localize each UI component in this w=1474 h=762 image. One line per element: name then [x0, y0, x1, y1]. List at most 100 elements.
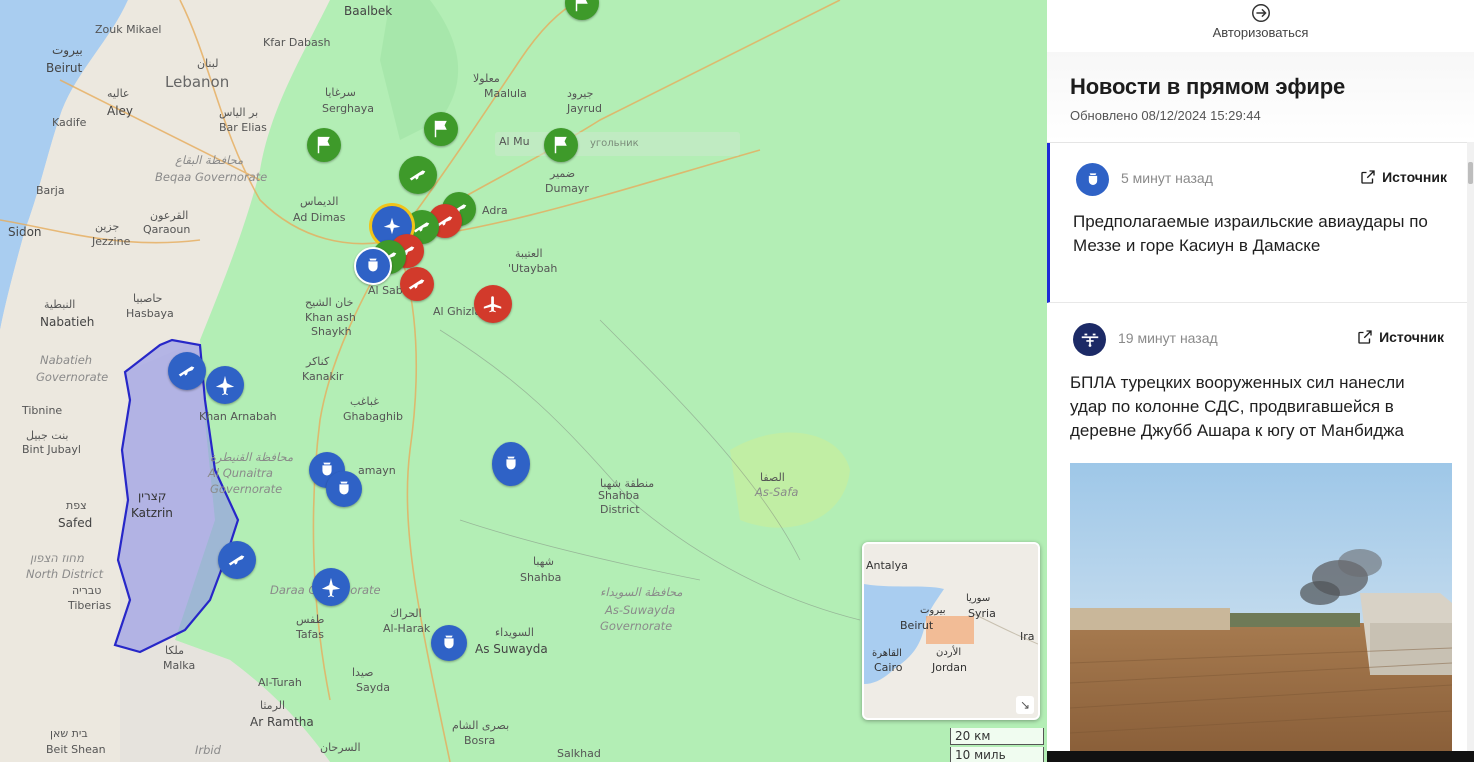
news-card[interactable]: 5 минут назад Источник Предполагаемые из… [1047, 143, 1470, 303]
news-text: БПЛА турецких вооруженных сил нанесли уд… [1070, 373, 1405, 440]
map-label-quneitra2: Governorate [210, 482, 283, 496]
map-label-tafas: Tafas [296, 628, 324, 641]
map-marker-rifle[interactable] [168, 352, 206, 390]
news-time: 19 минут назад [1118, 330, 1218, 346]
map-label-jayrud: Jayrud [567, 102, 602, 115]
minimap[interactable]: Antalya بيروت Beirut سوريا Syria Ira الق… [862, 542, 1040, 720]
map-label-beirut-ar: بيروت [52, 43, 83, 57]
map-label-shahba-district-ar: منطقة شهبا [600, 477, 655, 490]
map-label-beqaa-ar: محافظة البقاع [175, 153, 244, 167]
flag-icon [434, 120, 447, 138]
news-time: 5 минут назад [1121, 170, 1213, 186]
map-label-samayn: amayn [358, 464, 396, 477]
bomb-icon [368, 258, 378, 272]
minimap-label-beirut-ar: بيروت [920, 605, 946, 616]
map-label-al-mu: Al Mu [499, 135, 530, 148]
scale-bar: 20 км 10 миль [950, 728, 1044, 762]
map-label-north-he: מחוז הצפון [30, 551, 84, 565]
map-label-suwayda: As Suwayda [475, 642, 548, 656]
map-label-katzrin-he: קצרין [138, 489, 167, 503]
bomb-icon [444, 635, 454, 649]
map-marker-bomb[interactable] [431, 625, 467, 661]
minimap-label-jordan-ar: الأردن [936, 647, 962, 658]
map-label-lebanon: Lebanon [165, 73, 230, 91]
flag-icon [575, 0, 588, 12]
bomb-icon [506, 456, 516, 470]
map-label-quneitra: Al Qunaitra [208, 466, 273, 480]
map-label-kfar-dabash: Kfar Dabash [263, 36, 331, 49]
map-label-beqaa: Beqaa Governorate [155, 170, 268, 184]
map-label-jayrud-ar: جيرود [567, 87, 594, 100]
updated-timestamp: Обновлено 08/12/2024 15:29:44 [1070, 108, 1261, 123]
map-marker-jet[interactable] [206, 366, 244, 404]
map-label-ghabaghib-ar: غباغب [350, 395, 379, 408]
map-label-safa-ar: الصفا [760, 471, 785, 484]
minimap-label-iraq: Ira [1020, 630, 1035, 643]
bomb-icon [339, 481, 349, 495]
panel-header: Новости в прямом эфире Обновлено 08/12/2… [1047, 52, 1474, 143]
map-label-malka: Malka [163, 659, 196, 672]
map-label-nabatieh-ar: النبطية [44, 298, 76, 311]
map-label-nabatieh: Nabatieh [40, 315, 95, 329]
news-card[interactable]: 19 минут назад Источник БПЛА турецких во… [1047, 303, 1467, 762]
jet-icon [321, 577, 341, 598]
panel-scrollbar[interactable] [1467, 142, 1474, 762]
map-label-tiberias-he: טבריה [72, 584, 102, 597]
bomb-icon [1076, 163, 1109, 196]
map-label-bint-ar: بنت جبيل [26, 429, 69, 442]
map-label-shahba-ar: شهبا [533, 555, 554, 568]
rifle-icon [408, 279, 425, 290]
map-label-zouk: Zouk Mikael [95, 23, 162, 36]
map-label-ad-dimas: Ad Dimas [293, 211, 346, 224]
map-label-ad-dimas-ar: الديماس [300, 195, 339, 208]
map-label-bosra: Bosra [464, 734, 496, 747]
map-marker-jet[interactable] [312, 568, 350, 606]
map-label-bar-elias-ar: بر الياس [219, 106, 259, 119]
map-label-aley-ar: عاليه [107, 87, 130, 100]
map-label-nabatieh-gov: Nabatieh [40, 353, 93, 367]
source-link[interactable]: Источник [1359, 168, 1447, 186]
map-label-serghaya-ar: سرغايا [325, 86, 356, 99]
map-label-hasbaya: Hasbaya [126, 307, 174, 320]
map-label-sayda: Sayda [356, 681, 390, 694]
map-label-maalula: Maalula [484, 87, 527, 100]
map-marker-rifle[interactable] [399, 156, 437, 194]
map-label-beirut: Beirut [46, 61, 83, 75]
login-button[interactable]: Авторизоваться [1047, 0, 1474, 52]
map-marker-rifle[interactable] [218, 541, 256, 579]
scale-km: 20 км [950, 728, 1044, 745]
map-marker-bomb[interactable] [354, 247, 392, 285]
map-marker-bomb[interactable] [326, 471, 362, 507]
minimap-label-jordan: Jordan [932, 661, 967, 674]
map-label-quneitra-ar: محافظة القنيطرة [210, 450, 294, 464]
map-marker-rifle[interactable] [400, 267, 434, 301]
flag-icon [554, 136, 567, 154]
map-marker-flag[interactable] [307, 128, 341, 162]
map-marker-airplane[interactable] [474, 285, 512, 323]
map-canvas[interactable]: Baalbek Zouk Mikael Kfar Dabash بيروت Be… [0, 0, 1047, 762]
map-label-tiberias: Tiberias [68, 599, 112, 612]
map-marker-bomb[interactable] [492, 442, 530, 486]
map-label-shahba: Shahba [520, 571, 562, 584]
map-label-khan-shaykh2: Shaykh [311, 325, 352, 338]
map-label-adra: Adra [482, 204, 508, 217]
external-link-icon [1361, 170, 1375, 184]
source-label: Источник [1379, 329, 1444, 345]
map-label-hasbaya-ar: حاصبيا [133, 292, 163, 305]
map-label-jezzine-ar: جزين [95, 220, 120, 233]
map-label-sayda-ar: صيدا [352, 666, 374, 679]
map-label-ghabaghib: Ghabaghib [343, 410, 403, 423]
airplane-icon [483, 296, 502, 313]
source-link[interactable]: Источник [1356, 328, 1444, 346]
map-label-serghaya: Serghaya [322, 102, 375, 115]
map-search-hint: угольник [590, 138, 639, 149]
map-label-safa: As-Safa [755, 485, 799, 499]
map-label-safed: Safed [58, 516, 93, 530]
map-label-qaraoun: Qaraoun [143, 223, 191, 236]
scrollbar-thumb[interactable] [1468, 162, 1473, 184]
map-marker-flag[interactable] [424, 112, 458, 146]
expand-minimap-icon[interactable]: ↘ [1016, 696, 1034, 714]
drone-icon [1073, 323, 1106, 356]
map-marker-flag[interactable] [544, 128, 578, 162]
news-text: Предполагаемые израильские авиаудары по … [1073, 212, 1428, 255]
